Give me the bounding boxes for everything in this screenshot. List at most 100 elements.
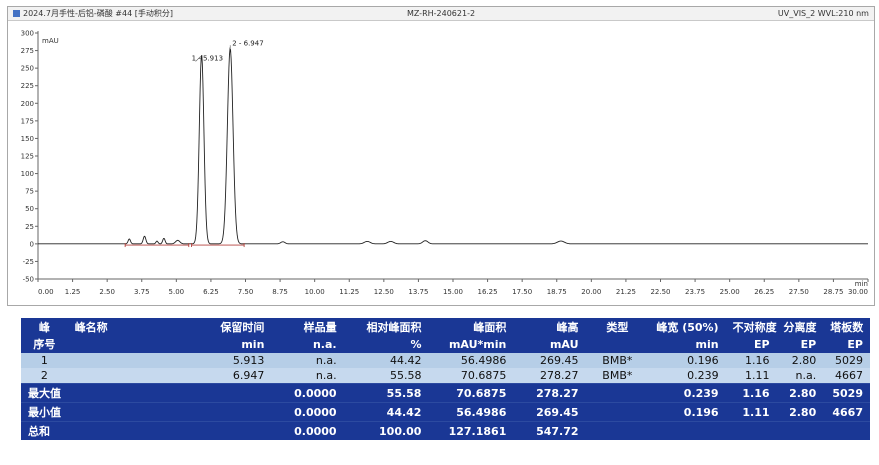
summary-cell	[68, 384, 191, 403]
summary-cell	[191, 403, 272, 422]
y-tick-label: 175	[21, 117, 34, 125]
column-header: EP	[726, 336, 777, 353]
summary-cell: 0.0000	[271, 422, 343, 441]
summary-cell: 最小值	[21, 403, 68, 422]
chromatogram-panel: 2024.7月手性-后铝-磷酸 #44 [手动积分] MZ-RH-240621-…	[7, 6, 875, 306]
summary-cell: 4667	[823, 403, 870, 422]
x-tick-label: 26.25	[754, 288, 774, 296]
peak-cell[interactable]: BMB*	[586, 368, 650, 384]
peak-cell[interactable]: BMB*	[586, 353, 650, 368]
x-unit-label: min	[855, 280, 868, 288]
summary-cell: 547.72	[513, 422, 585, 441]
peak-cell[interactable]: 1	[21, 353, 68, 368]
peak-cell[interactable]: 5029	[823, 353, 870, 368]
summary-cell	[68, 422, 191, 441]
peak-cell[interactable]: 6.947	[191, 368, 272, 384]
summary-cell	[777, 422, 824, 441]
column-header: min	[649, 336, 725, 353]
summary-cell	[586, 403, 650, 422]
summary-row: 最大值0.000055.5870.6875278.270.2391.162.80…	[21, 384, 870, 403]
column-header	[586, 336, 650, 353]
y-tick-label: 0	[30, 240, 34, 248]
chromatogram-icon	[13, 10, 20, 17]
peak-cell[interactable]: 2.80	[777, 353, 824, 368]
column-header: 峰	[21, 318, 68, 336]
peak-label: 1 - 5.913	[192, 54, 223, 62]
y-tick-label: 275	[21, 47, 34, 55]
peak-cell[interactable]: 269.45	[513, 353, 585, 368]
x-tick-label: 18.75	[547, 288, 567, 296]
header-row: 峰峰名称保留时间样品量相对峰面积峰面积峰高类型峰宽 (50%)不对称度分离度塔板…	[21, 318, 870, 336]
summary-cell: 1.11	[726, 403, 777, 422]
header-row: 序号minn.a.%mAU*minmAUminEPEPEP	[21, 336, 870, 353]
x-tick-label: 30.00	[848, 288, 868, 296]
summary-cell	[68, 403, 191, 422]
x-tick-label: 25.00	[720, 288, 740, 296]
peak-cell[interactable]: 5.913	[191, 353, 272, 368]
peak-cell[interactable]: 1.16	[726, 353, 777, 368]
peak-cell[interactable]	[68, 353, 191, 368]
column-header: 峰高	[513, 318, 585, 336]
peak-cell[interactable]: 56.4986	[428, 353, 513, 368]
peak-cell[interactable]	[68, 368, 191, 384]
peak-cell[interactable]: 0.239	[649, 368, 725, 384]
peak-cell[interactable]: n.a.	[271, 368, 343, 384]
column-header: 序号	[21, 336, 68, 353]
column-header: 相对峰面积	[344, 318, 429, 336]
x-tick-label: 21.25	[616, 288, 636, 296]
column-header: 塔板数	[823, 318, 870, 336]
summary-cell	[823, 422, 870, 441]
x-tick-label: 13.75	[408, 288, 428, 296]
summary-cell: 55.58	[344, 384, 429, 403]
summary-cell	[191, 422, 272, 441]
column-header: 样品量	[271, 318, 343, 336]
peak-cell[interactable]: 4667	[823, 368, 870, 384]
y-tick-label: 150	[21, 135, 34, 143]
column-header: 类型	[586, 318, 650, 336]
peak-row[interactable]: 1 5.913n.a.44.4256.4986269.45BMB*0.1961.1…	[21, 353, 870, 368]
summary-cell: 最大值	[21, 384, 68, 403]
peak-cell[interactable]: 55.58	[344, 368, 429, 384]
column-header: 峰宽 (50%)	[649, 318, 725, 336]
x-tick-label: 1.25	[65, 288, 81, 296]
x-tick-label: 16.25	[478, 288, 498, 296]
summary-cell: 总和	[21, 422, 68, 441]
chromatogram-plot[interactable]: 3002752502252001751501251007550250-25-50…	[8, 21, 876, 305]
peak-cell[interactable]: 2	[21, 368, 68, 384]
summary-cell: 2.80	[777, 403, 824, 422]
x-tick-label: 20.00	[581, 288, 601, 296]
summary-cell	[191, 384, 272, 403]
summary-cell: 0.239	[649, 384, 725, 403]
x-tick-label: 12.50	[374, 288, 394, 296]
column-header: EP	[777, 336, 824, 353]
peak-cell[interactable]: n.a.	[271, 353, 343, 368]
y-tick-label: 75	[25, 188, 34, 196]
x-tick-label: 23.75	[685, 288, 705, 296]
peak-cell[interactable]: n.a.	[777, 368, 824, 384]
x-tick-label: 17.50	[512, 288, 532, 296]
summary-cell: 5029	[823, 384, 870, 403]
summary-cell	[586, 384, 650, 403]
peak-cell[interactable]: 278.27	[513, 368, 585, 384]
peak-cell[interactable]: 0.196	[649, 353, 725, 368]
summary-cell: 278.27	[513, 384, 585, 403]
column-header: EP	[823, 336, 870, 353]
peak-cell[interactable]: 1.11	[726, 368, 777, 384]
column-header: 峰面积	[428, 318, 513, 336]
peak-row[interactable]: 26.947n.a.55.5870.6875278.27BMB*0.2391.1…	[21, 368, 870, 384]
column-header: min	[191, 336, 272, 353]
sample-info: 2024.7月手性-后铝-磷酸 #44 [手动积分]	[23, 8, 173, 19]
y-tick-label: 300	[21, 30, 34, 38]
x-tick-label: 27.50	[789, 288, 809, 296]
peak-cell[interactable]: 44.42	[344, 353, 429, 368]
summary-cell: 70.6875	[428, 384, 513, 403]
peak-cell[interactable]: 70.6875	[428, 368, 513, 384]
summary-cell	[586, 422, 650, 441]
injection-name: MZ-RH-240621-2	[298, 9, 583, 18]
column-header: 保留时间	[191, 318, 272, 336]
x-tick-label: 3.75	[134, 288, 150, 296]
summary-cell: 0.0000	[271, 403, 343, 422]
summary-cell	[726, 422, 777, 441]
summary-cell: 0.196	[649, 403, 725, 422]
y-tick-label: 125	[21, 153, 34, 161]
